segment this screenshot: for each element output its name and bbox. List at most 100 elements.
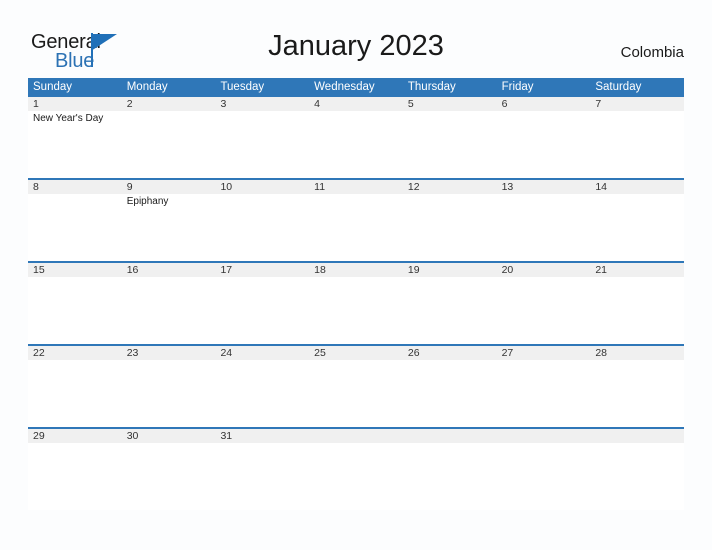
day-number: 19 <box>407 264 420 276</box>
day-cell[interactable] <box>402 111 497 178</box>
page-title: January 2023 <box>268 30 444 62</box>
day-cell[interactable] <box>309 277 403 344</box>
day-number: 6 <box>501 98 508 110</box>
day-number: 13 <box>501 181 514 193</box>
day-cell[interactable]: Epiphany <box>121 194 216 261</box>
day-number: 31 <box>220 430 233 442</box>
day-number <box>403 429 497 443</box>
day-number: 18 <box>314 264 326 276</box>
day-number <box>497 429 591 443</box>
day-cell[interactable] <box>215 111 310 178</box>
day-number: 28 <box>595 347 607 359</box>
day-number: 4 <box>314 98 320 110</box>
day-number: 11 <box>314 181 326 193</box>
week-row: 22 23 24 25 26 27 28 <box>28 344 685 427</box>
day-number: 17 <box>220 264 233 276</box>
day-number: 30 <box>126 430 139 442</box>
day-cell[interactable] <box>590 194 685 261</box>
day-number: 9 <box>126 181 133 193</box>
week-row: 8 9 10 11 12 13 14 Epiphany <box>28 178 685 261</box>
day-number: 5 <box>407 98 414 110</box>
day-cell[interactable] <box>402 360 497 427</box>
week-row: 29 30 31 <box>28 427 685 510</box>
weekday-header-sunday: Sunday <box>33 81 73 93</box>
day-cell[interactable] <box>496 443 591 510</box>
day-cell[interactable] <box>309 194 403 261</box>
day-number: 15 <box>33 264 45 276</box>
day-number: 16 <box>126 264 139 276</box>
day-number <box>590 429 684 443</box>
calendar-page: General Blue January 2023 Colombia Sunda… <box>0 0 712 550</box>
week-event-band <box>28 277 685 344</box>
weekday-header-row: Sunday Monday Tuesday Wednesday Thursday… <box>28 78 684 97</box>
day-cell[interactable] <box>121 277 216 344</box>
day-cell[interactable] <box>496 194 591 261</box>
weekday-header-monday: Monday <box>126 81 168 93</box>
day-cell[interactable] <box>215 194 310 261</box>
day-number: 8 <box>33 181 39 193</box>
day-number: 2 <box>126 98 133 110</box>
week-row: 15 16 17 18 19 20 21 <box>28 261 685 344</box>
day-number: 24 <box>220 347 233 359</box>
day-cell[interactable] <box>496 360 591 427</box>
day-cell[interactable] <box>590 443 685 510</box>
day-cell[interactable] <box>28 360 122 427</box>
day-cell[interactable] <box>496 277 591 344</box>
week-date-band: 8 9 10 11 12 13 14 <box>28 180 684 194</box>
calendar-grid: Sunday Monday Tuesday Wednesday Thursday… <box>28 78 685 510</box>
day-event: Epiphany <box>126 196 169 207</box>
day-number: 22 <box>33 347 45 359</box>
day-cell[interactable] <box>215 360 310 427</box>
week-date-band: 15 16 17 18 19 20 21 <box>28 263 684 277</box>
day-cell[interactable] <box>28 194 122 261</box>
day-cell[interactable] <box>402 443 497 510</box>
day-cell[interactable] <box>28 443 122 510</box>
weekday-header-tuesday: Tuesday <box>220 81 265 93</box>
week-date-band: 22 23 24 25 26 27 28 <box>28 346 684 360</box>
week-event-band <box>28 443 685 510</box>
day-cell[interactable] <box>309 360 403 427</box>
day-cell[interactable] <box>590 360 685 427</box>
day-cell[interactable] <box>402 277 497 344</box>
day-cell[interactable] <box>121 360 216 427</box>
weekday-header-wednesday: Wednesday <box>314 81 375 93</box>
day-number: 14 <box>595 181 607 193</box>
day-cell[interactable]: New Year's Day <box>28 111 122 178</box>
day-cell[interactable] <box>309 443 403 510</box>
week-event-band <box>28 360 685 427</box>
day-number: 27 <box>501 347 514 359</box>
region-label: Colombia <box>620 44 684 61</box>
day-cell[interactable] <box>309 111 403 178</box>
day-number: 12 <box>407 181 420 193</box>
day-cell[interactable] <box>215 277 310 344</box>
day-cell[interactable] <box>215 443 310 510</box>
day-cell[interactable] <box>121 111 216 178</box>
day-cell[interactable] <box>121 443 216 510</box>
day-number: 10 <box>220 181 233 193</box>
day-event: New Year's Day <box>33 113 104 124</box>
day-cell[interactable] <box>590 111 685 178</box>
weekday-header-saturday: Saturday <box>595 81 642 93</box>
day-number: 25 <box>314 347 326 359</box>
weekday-header-thursday: Thursday <box>407 81 456 93</box>
day-number: 23 <box>126 347 139 359</box>
day-cell[interactable] <box>28 277 122 344</box>
day-number: 21 <box>595 264 607 276</box>
day-cell[interactable] <box>402 194 497 261</box>
day-number: 20 <box>501 264 514 276</box>
week-event-band: Epiphany <box>28 194 685 261</box>
day-cell[interactable] <box>496 111 591 178</box>
day-number: 1 <box>33 98 39 110</box>
day-number: 7 <box>595 98 602 110</box>
page-header: General Blue January 2023 Colombia <box>0 0 712 76</box>
day-number: 29 <box>33 430 45 442</box>
week-date-band: 29 30 31 <box>28 429 684 443</box>
day-number <box>309 429 403 443</box>
week-event-band: New Year's Day <box>28 111 685 178</box>
week-row: 1 2 3 4 5 6 7 New Year's Day <box>28 97 685 178</box>
day-number: 3 <box>220 98 227 110</box>
day-cell[interactable] <box>590 277 685 344</box>
day-number: 26 <box>407 347 420 359</box>
week-date-band: 1 2 3 4 5 6 7 <box>28 97 684 111</box>
weekday-header-friday: Friday <box>501 81 534 93</box>
